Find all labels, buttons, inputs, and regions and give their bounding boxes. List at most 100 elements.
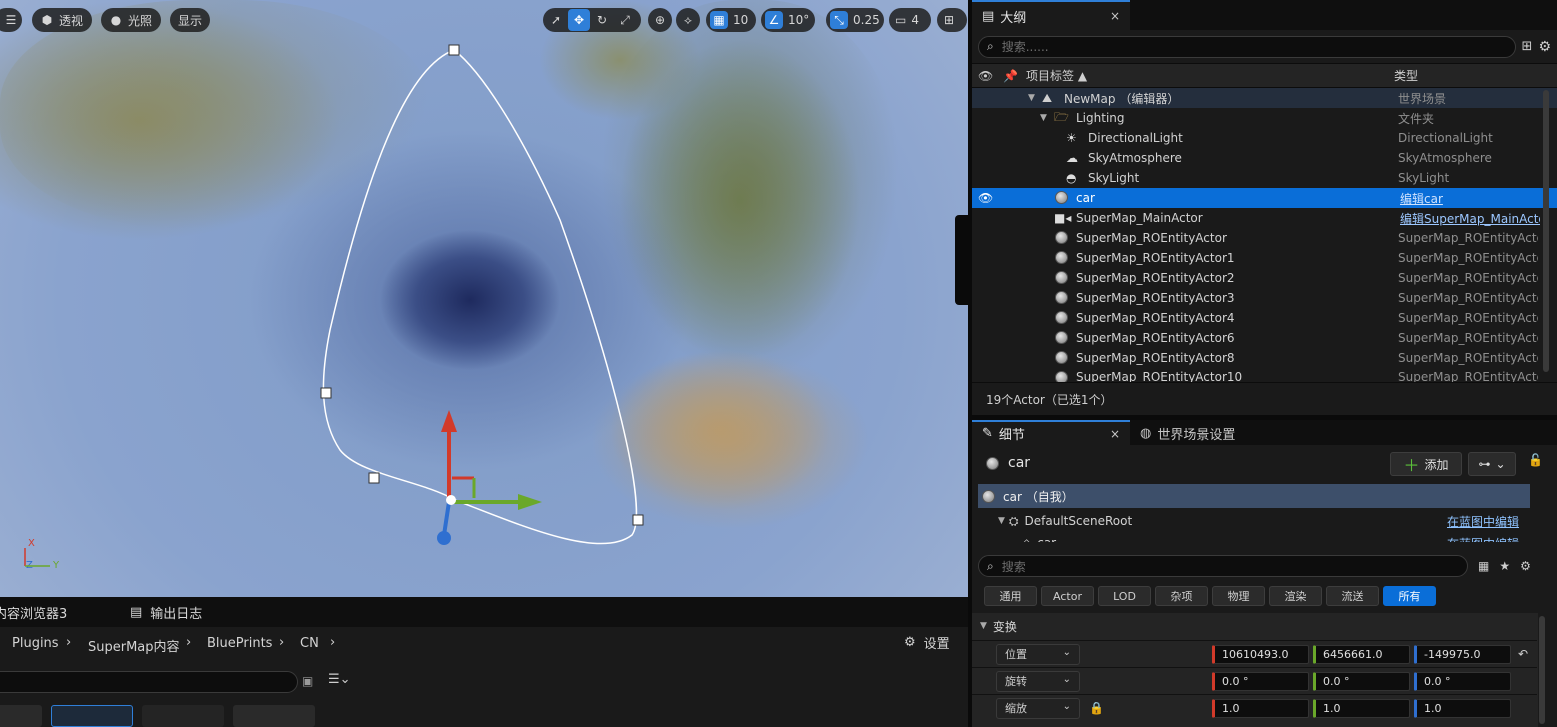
level-viewport[interactable]: ☰ ⬢ 透视 ● 光照 显示 ➚ ✥ ↻ ⤢ ⊕ ⟡ ▦ 10 ∠ 10° ⤡ … bbox=[0, 0, 968, 597]
tree-row-roentity[interactable]: SuperMap_ROEntityActor SuperMap_ROEntity… bbox=[972, 228, 1557, 248]
reset-arrow-icon[interactable]: ↶ bbox=[1518, 647, 1528, 661]
collapse-arrow-icon[interactable]: ▼ bbox=[1040, 113, 1047, 123]
category-general[interactable]: 通用 bbox=[984, 586, 1037, 606]
rotation-y-input[interactable]: 0.0 ° bbox=[1313, 671, 1410, 691]
visibility-eye-icon[interactable]: 👁 bbox=[978, 191, 993, 205]
location-z-input[interactable]: -149975.0 bbox=[1414, 644, 1511, 664]
scale-z-input[interactable]: 1.0 bbox=[1414, 698, 1511, 718]
details-search-input[interactable]: ⌕ 搜索 bbox=[978, 555, 1468, 577]
surface-snap-button[interactable]: ⟡ bbox=[676, 8, 700, 32]
visibility-column-icon[interactable]: 👁 bbox=[978, 69, 993, 83]
tab-output-log[interactable]: ▤ 输出日志 bbox=[130, 597, 202, 627]
category-actor[interactable]: Actor bbox=[1041, 586, 1094, 606]
add-component-button[interactable]: ＋ 添加 bbox=[1390, 452, 1462, 476]
component-row-child[interactable]: ◇ car 在蓝图中编辑 bbox=[978, 532, 1530, 542]
scale-dropdown[interactable]: 缩放 ⌄ bbox=[996, 697, 1080, 719]
component-row-root[interactable]: ▼ ⛭ DefaultSceneRoot 在蓝图中编辑 bbox=[978, 510, 1530, 532]
edit-in-blueprint-link[interactable]: 在蓝图中编辑 bbox=[1447, 513, 1519, 530]
add-folder-icon[interactable]: ⊞ bbox=[1522, 39, 1533, 54]
category-misc[interactable]: 杂项 bbox=[1155, 586, 1208, 606]
tab-details[interactable]: ✎ 细节 × bbox=[972, 420, 1130, 445]
horizontal-splitter[interactable] bbox=[972, 415, 1557, 420]
tree-row-supermap-mainactor[interactable]: ■◂ SuperMap_MainActor 编辑SuperMap_MainAct… bbox=[972, 208, 1557, 228]
category-physics[interactable]: 物理 bbox=[1212, 586, 1265, 606]
tree-row-roentity4[interactable]: SuperMap_ROEntityActor4 SuperMap_ROEntit… bbox=[972, 308, 1557, 328]
category-rendering[interactable]: 渲染 bbox=[1269, 586, 1322, 606]
tree-row-roentity6[interactable]: SuperMap_ROEntityActor6 SuperMap_ROEntit… bbox=[972, 328, 1557, 348]
collapse-arrow-icon[interactable]: ▼ bbox=[998, 516, 1005, 526]
tree-row-directionallight[interactable]: ☀ DirectionalLight DirectionalLight bbox=[972, 128, 1557, 148]
details-scrollbar[interactable] bbox=[1539, 616, 1545, 724]
component-row-self[interactable]: car （自我） bbox=[978, 484, 1530, 508]
layout-button[interactable]: ⊞ bbox=[937, 8, 967, 32]
filter-icon[interactable]: ☰⌄ bbox=[328, 672, 351, 687]
edit-in-blueprint-link[interactable]: 在蓝图中编辑 bbox=[1447, 535, 1519, 543]
category-streaming[interactable]: 流送 bbox=[1326, 586, 1379, 606]
tab-content-browser[interactable]: 内容浏览器3 bbox=[0, 597, 120, 627]
actor-name[interactable]: car bbox=[1008, 455, 1030, 471]
breadcrumb-item[interactable]: CN bbox=[300, 636, 319, 651]
rotation-snap-button[interactable]: ∠ 10° bbox=[761, 8, 815, 32]
category-all[interactable]: 所有 bbox=[1383, 586, 1436, 606]
location-y-input[interactable]: 6456661.0 bbox=[1313, 644, 1410, 664]
vertical-splitter[interactable] bbox=[968, 0, 972, 727]
rotation-dropdown[interactable]: 旋转 ⌄ bbox=[996, 670, 1080, 692]
save-search-icon[interactable]: ▣ bbox=[302, 674, 313, 688]
rotation-x-input[interactable]: 0.0 ° bbox=[1212, 671, 1309, 691]
transform-section-header[interactable]: ▼ 变换 bbox=[972, 613, 1538, 639]
asset-tile[interactable] bbox=[0, 705, 42, 727]
tree-row-skylight[interactable]: ◓ SkyLight SkyLight bbox=[972, 168, 1557, 188]
category-lod[interactable]: LOD bbox=[1098, 586, 1151, 606]
rotate-tool-icon[interactable]: ↻ bbox=[591, 9, 613, 31]
scale-y-input[interactable]: 1.0 bbox=[1313, 698, 1410, 718]
outliner-search-input[interactable]: ⌕ 搜索...... bbox=[978, 35, 1516, 58]
tree-row-newmap[interactable]: ▼ ⛰ NewMap （编辑器） 世界场景 bbox=[972, 88, 1557, 108]
rotation-z-input[interactable]: 0.0 ° bbox=[1414, 671, 1511, 691]
location-dropdown[interactable]: 位置 ⌄ bbox=[996, 643, 1080, 665]
pin-column-icon[interactable]: 📌 bbox=[1003, 69, 1018, 83]
favorite-star-icon[interactable]: ★ bbox=[1499, 559, 1510, 573]
tree-row-roentity8[interactable]: SuperMap_ROEntityActor8 SuperMap_ROEntit… bbox=[972, 348, 1557, 368]
column-label-header[interactable]: 项目标签 ▲ bbox=[1026, 67, 1087, 84]
row-type-link[interactable]: 编辑SuperMap_MainActor bbox=[1400, 210, 1540, 227]
tree-row-roentity1[interactable]: SuperMap_ROEntityActor1 SuperMap_ROEntit… bbox=[972, 248, 1557, 268]
close-icon[interactable]: × bbox=[1110, 427, 1120, 441]
tab-outliner[interactable]: ▤ 大纲 × bbox=[972, 0, 1130, 30]
settings-gear-icon[interactable]: ⚙ bbox=[1538, 39, 1551, 55]
table-view-icon[interactable]: ▦ bbox=[1478, 559, 1489, 573]
move-tool-icon[interactable]: ✥ bbox=[568, 9, 590, 31]
lock-icon[interactable]: 🔒 bbox=[1089, 701, 1104, 715]
tree-row-roentity2[interactable]: SuperMap_ROEntityActor2 SuperMap_ROEntit… bbox=[972, 268, 1557, 288]
tree-row-lighting[interactable]: ▼ 🗁 Lighting 文件夹 bbox=[972, 108, 1557, 128]
select-tool-icon[interactable]: ➚ bbox=[545, 9, 567, 31]
breadcrumb-item[interactable]: Plugins bbox=[12, 636, 59, 651]
content-search-input[interactable] bbox=[0, 671, 298, 693]
camera-speed-button[interactable]: ▭ 4 bbox=[889, 8, 931, 32]
lighting-button[interactable]: ● 光照 bbox=[101, 8, 161, 32]
scale-tool-icon[interactable]: ⤢ bbox=[614, 9, 636, 31]
asset-tile[interactable] bbox=[142, 705, 224, 727]
tree-row-roentity10[interactable]: SuperMap_ROEntityActor10 SuperMap_ROEnti… bbox=[972, 368, 1557, 382]
tree-row-roentity3[interactable]: SuperMap_ROEntityActor3 SuperMap_ROEntit… bbox=[972, 288, 1557, 308]
asset-tile[interactable] bbox=[233, 705, 315, 727]
world-local-button[interactable]: ⊕ bbox=[648, 8, 672, 32]
tree-row-car[interactable]: 👁 car 编辑car bbox=[972, 188, 1557, 208]
content-settings-button[interactable]: ⚙ 设置 bbox=[904, 633, 950, 652]
tab-world-settings[interactable]: ◍ 世界场景设置 bbox=[1130, 420, 1246, 445]
outliner-scrollbar[interactable] bbox=[1543, 90, 1549, 372]
lock-icon[interactable]: 🔓 bbox=[1528, 453, 1543, 467]
column-type-header[interactable]: 类型 bbox=[1394, 67, 1418, 84]
close-icon[interactable]: × bbox=[1110, 9, 1120, 23]
tree-row-skyatmosphere[interactable]: ☁ SkyAtmosphere SkyAtmosphere bbox=[972, 148, 1557, 168]
perspective-button[interactable]: ⬢ 透视 bbox=[32, 8, 92, 32]
breadcrumb-item[interactable]: SuperMap内容 bbox=[88, 636, 180, 655]
settings-gear-icon[interactable]: ⚙ bbox=[1520, 559, 1531, 573]
grid-snap-button[interactable]: ▦ 10 bbox=[706, 8, 756, 32]
scale-snap-button[interactable]: ⤡ 0.25 bbox=[826, 8, 884, 32]
location-x-input[interactable]: 10610493.0 bbox=[1212, 644, 1309, 664]
breadcrumb-item[interactable]: BluePrints bbox=[207, 636, 272, 651]
row-type-link[interactable]: 编辑car bbox=[1400, 190, 1540, 207]
blueprint-dropdown-button[interactable]: ⊶ ⌄ bbox=[1468, 452, 1516, 476]
show-button[interactable]: 显示 bbox=[170, 8, 210, 32]
collapse-arrow-icon[interactable]: ▼ bbox=[1028, 93, 1035, 103]
